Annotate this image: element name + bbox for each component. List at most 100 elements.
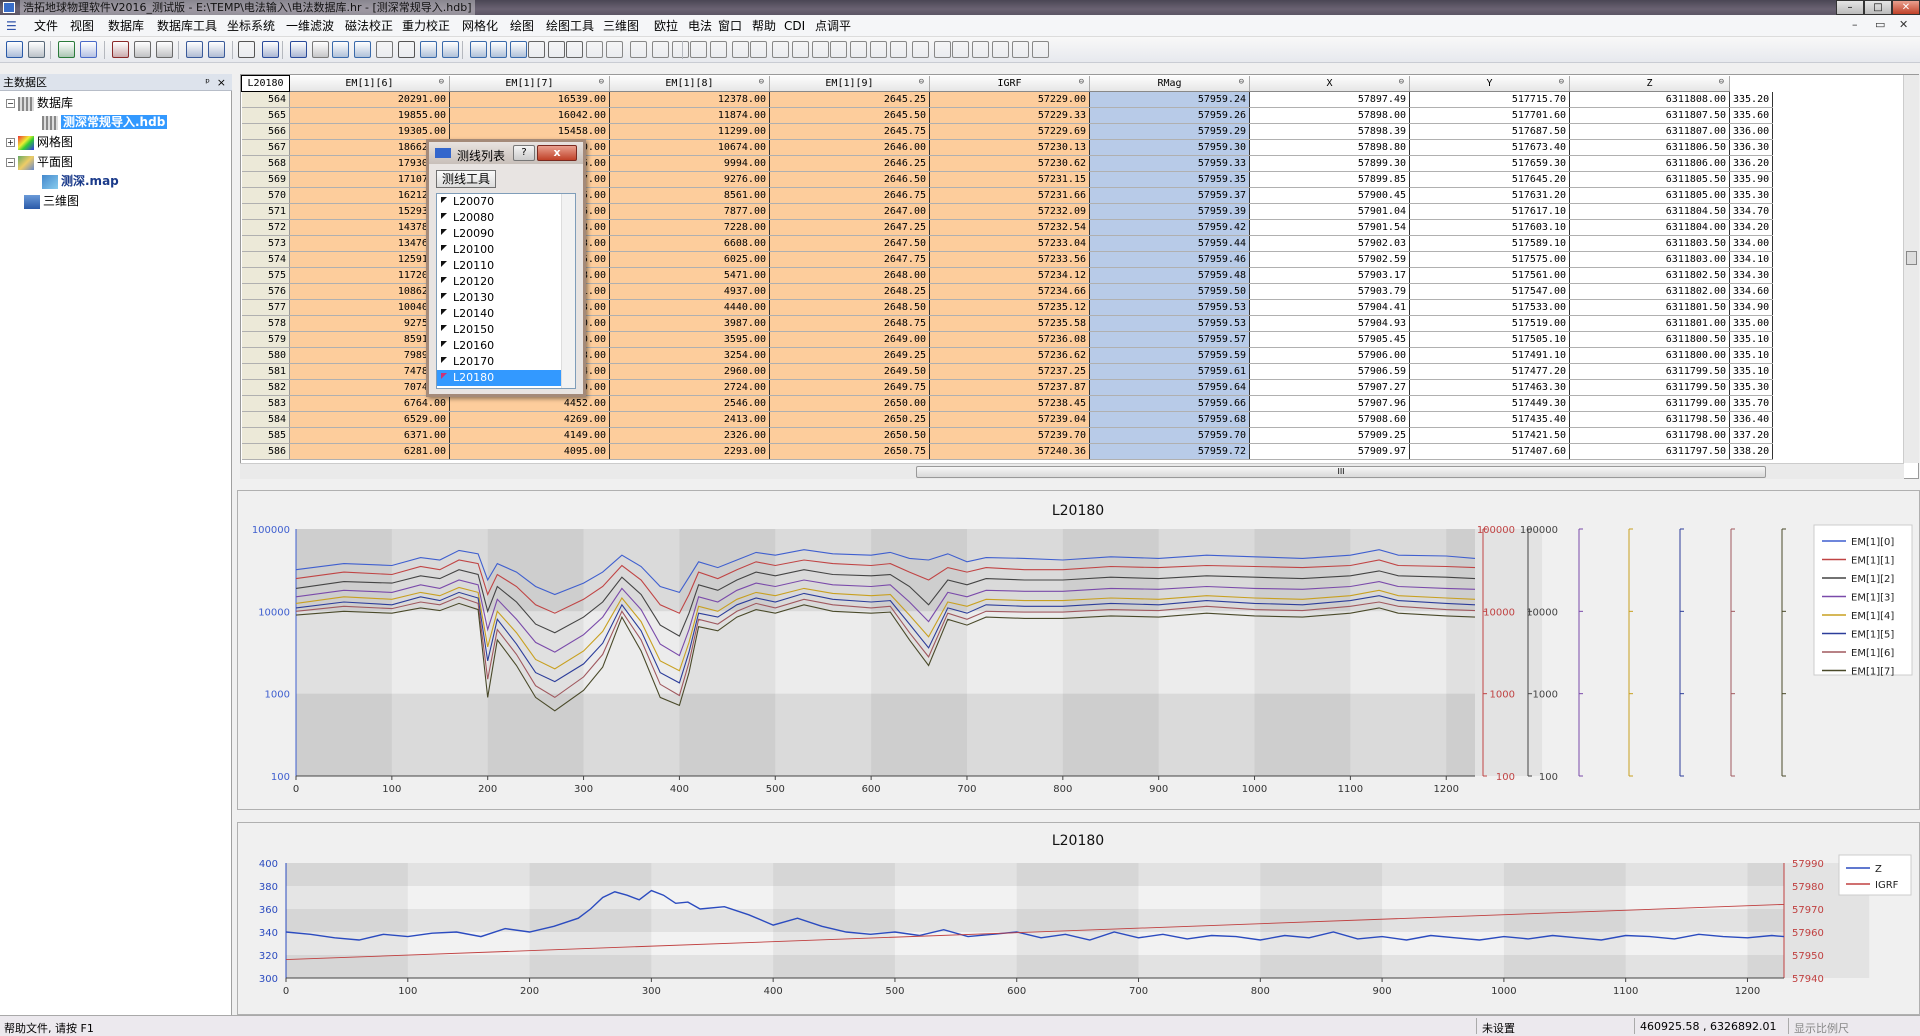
- table-cell[interactable]: 336.40: [1729, 411, 1774, 428]
- line-list-item[interactable]: L20160: [437, 338, 561, 354]
- table-cell[interactable]: 335.60: [1729, 107, 1774, 124]
- column-header[interactable]: Z ⊖: [1569, 75, 1730, 92]
- table-cell[interactable]: 57903.17: [1249, 267, 1410, 284]
- row-number[interactable]: 579: [241, 331, 290, 348]
- toolbar-tool-icon[interactable]: [952, 41, 969, 58]
- toolbar-tool-icon[interactable]: [420, 41, 437, 58]
- column-menu-icon[interactable]: ⊖: [1239, 77, 1244, 87]
- column-menu-icon[interactable]: ⊖: [759, 77, 764, 87]
- table-cell[interactable]: 57959.61: [1089, 363, 1250, 380]
- table-cell[interactable]: 57900.45: [1249, 187, 1410, 204]
- table-cell[interactable]: 6311801.00: [1569, 315, 1730, 332]
- table-cell[interactable]: 11299.00: [609, 123, 770, 140]
- line-list-dialog[interactable]: 测线列表 ? x 测线工具 L20070 L20080 L20090 L20100 L2…: [426, 139, 586, 397]
- table-cell[interactable]: 517673.40: [1409, 139, 1570, 156]
- table-cell[interactable]: 2650.00: [769, 395, 930, 412]
- toolbar-tool-icon[interactable]: [376, 41, 393, 58]
- column-menu-icon[interactable]: ⊖: [1559, 77, 1564, 87]
- table-cell[interactable]: 2546.00: [609, 395, 770, 412]
- table-cell[interactable]: 517715.70: [1409, 91, 1570, 108]
- table-cell[interactable]: 6311806.00: [1569, 155, 1730, 172]
- row-number[interactable]: 574: [241, 251, 290, 268]
- table-cell[interactable]: 517407.60: [1409, 443, 1570, 460]
- line-list-item[interactable]: L20110: [437, 258, 561, 274]
- doc-close-icon[interactable]: ✕: [1899, 18, 1908, 31]
- table-cell[interactable]: 57235.12: [929, 299, 1090, 316]
- toolbar-tool-icon[interactable]: [830, 41, 847, 58]
- table-cell[interactable]: 57959.57: [1089, 331, 1250, 348]
- toolbar-tool-icon[interactable]: [134, 41, 151, 58]
- column-menu-icon[interactable]: ⊖: [919, 77, 924, 87]
- table-cell[interactable]: 2650.25: [769, 411, 930, 428]
- table-cell[interactable]: 57236.08: [929, 331, 1090, 348]
- table-cell[interactable]: 2646.75: [769, 187, 930, 204]
- scroll-thumb[interactable]: III: [916, 466, 1766, 478]
- table-cell[interactable]: 57901.54: [1249, 219, 1410, 236]
- table-cell[interactable]: 57906.59: [1249, 363, 1410, 380]
- table-cell[interactable]: 57231.66: [929, 187, 1090, 204]
- table-cell[interactable]: 338.20: [1729, 443, 1774, 460]
- table-cell[interactable]: 334.60: [1729, 283, 1774, 300]
- toolbar-tool-icon[interactable]: [156, 41, 173, 58]
- table-row[interactable]: 585 6371.00 4149.00 2326.00 2650.50 57239.70 5…: [241, 427, 1774, 444]
- toolbar-tool-icon[interactable]: [398, 41, 415, 58]
- row-number[interactable]: 566: [241, 123, 290, 140]
- toolbar-tool-icon[interactable]: [890, 41, 907, 58]
- row-number[interactable]: 575: [241, 267, 290, 284]
- column-header[interactable]: EM[1][7] ⊖: [449, 75, 610, 92]
- column-header[interactable]: EM[1][9] ⊖: [769, 75, 930, 92]
- table-cell[interactable]: 12378.00: [609, 91, 770, 108]
- table-cell[interactable]: 15458.00: [449, 123, 610, 140]
- table-cell[interactable]: 57229.69: [929, 123, 1090, 140]
- toolbar-tool-icon[interactable]: [710, 41, 727, 58]
- table-cell[interactable]: 8561.00: [609, 187, 770, 204]
- toolbar-tool-icon[interactable]: [58, 41, 75, 58]
- table-cell[interactable]: 57240.36: [929, 443, 1090, 460]
- table-cell[interactable]: 57239.70: [929, 427, 1090, 444]
- table-cell[interactable]: 57231.15: [929, 171, 1090, 188]
- toolbar-tool-icon[interactable]: [208, 41, 225, 58]
- table-cell[interactable]: 6764.00: [289, 395, 450, 412]
- table-cell[interactable]: 6311803.00: [1569, 251, 1730, 268]
- table-cell[interactable]: 335.70: [1729, 395, 1774, 412]
- line-list-item[interactable]: L20090: [437, 226, 561, 242]
- toolbar-tool-icon[interactable]: [290, 41, 307, 58]
- column-menu-icon[interactable]: ⊖: [1079, 77, 1084, 87]
- table-cell[interactable]: 6529.00: [289, 411, 450, 428]
- menu-item[interactable]: 文件: [34, 18, 58, 34]
- table-cell[interactable]: 57904.93: [1249, 315, 1410, 332]
- table-cell[interactable]: 336.00: [1729, 123, 1774, 140]
- column-header[interactable]: IGRF ⊖: [929, 75, 1090, 92]
- table-cell[interactable]: 57959.42: [1089, 219, 1250, 236]
- toolbar-tool-icon[interactable]: [672, 41, 689, 58]
- toolbar-tool-icon[interactable]: [606, 41, 623, 58]
- table-cell[interactable]: 57229.33: [929, 107, 1090, 124]
- row-number[interactable]: 564: [241, 91, 290, 108]
- grid-vertical-scrollbar[interactable]: [1903, 75, 1919, 463]
- pin-icon[interactable]: ᵖ: [205, 74, 210, 91]
- table-cell[interactable]: 517421.50: [1409, 427, 1570, 444]
- table-cell[interactable]: 6311802.00: [1569, 283, 1730, 300]
- table-cell[interactable]: 517701.60: [1409, 107, 1570, 124]
- row-number[interactable]: 568: [241, 155, 290, 172]
- table-cell[interactable]: 517589.10: [1409, 235, 1570, 252]
- table-cell[interactable]: 57959.66: [1089, 395, 1250, 412]
- table-row[interactable]: 564 20291.00 16539.00 12378.00 2645.25 57229.…: [241, 91, 1774, 108]
- table-cell[interactable]: 2645.25: [769, 91, 930, 108]
- row-number[interactable]: 585: [241, 427, 290, 444]
- table-cell[interactable]: 6025.00: [609, 251, 770, 268]
- table-cell[interactable]: 336.30: [1729, 139, 1774, 156]
- em-profile-chart[interactable]: L20180 100000 10000 1000 100 0 100 200 300 400 500…: [237, 490, 1920, 810]
- line-list-item[interactable]: L20080: [437, 210, 561, 226]
- table-cell[interactable]: 57959.26: [1089, 107, 1250, 124]
- tree-item-hdb[interactable]: 测深常规导入.hdb: [42, 114, 168, 130]
- table-cell[interactable]: 57898.39: [1249, 123, 1410, 140]
- table-cell[interactable]: 6281.00: [289, 443, 450, 460]
- table-cell[interactable]: 57232.09: [929, 203, 1090, 220]
- table-cell[interactable]: 57899.30: [1249, 155, 1410, 172]
- table-cell[interactable]: 4095.00: [449, 443, 610, 460]
- table-cell[interactable]: 6311803.50: [1569, 235, 1730, 252]
- toolbar-tool-icon[interactable]: [262, 41, 279, 58]
- line-list-item[interactable]: L20170: [437, 354, 561, 370]
- toolbar-tool-icon[interactable]: [490, 41, 507, 58]
